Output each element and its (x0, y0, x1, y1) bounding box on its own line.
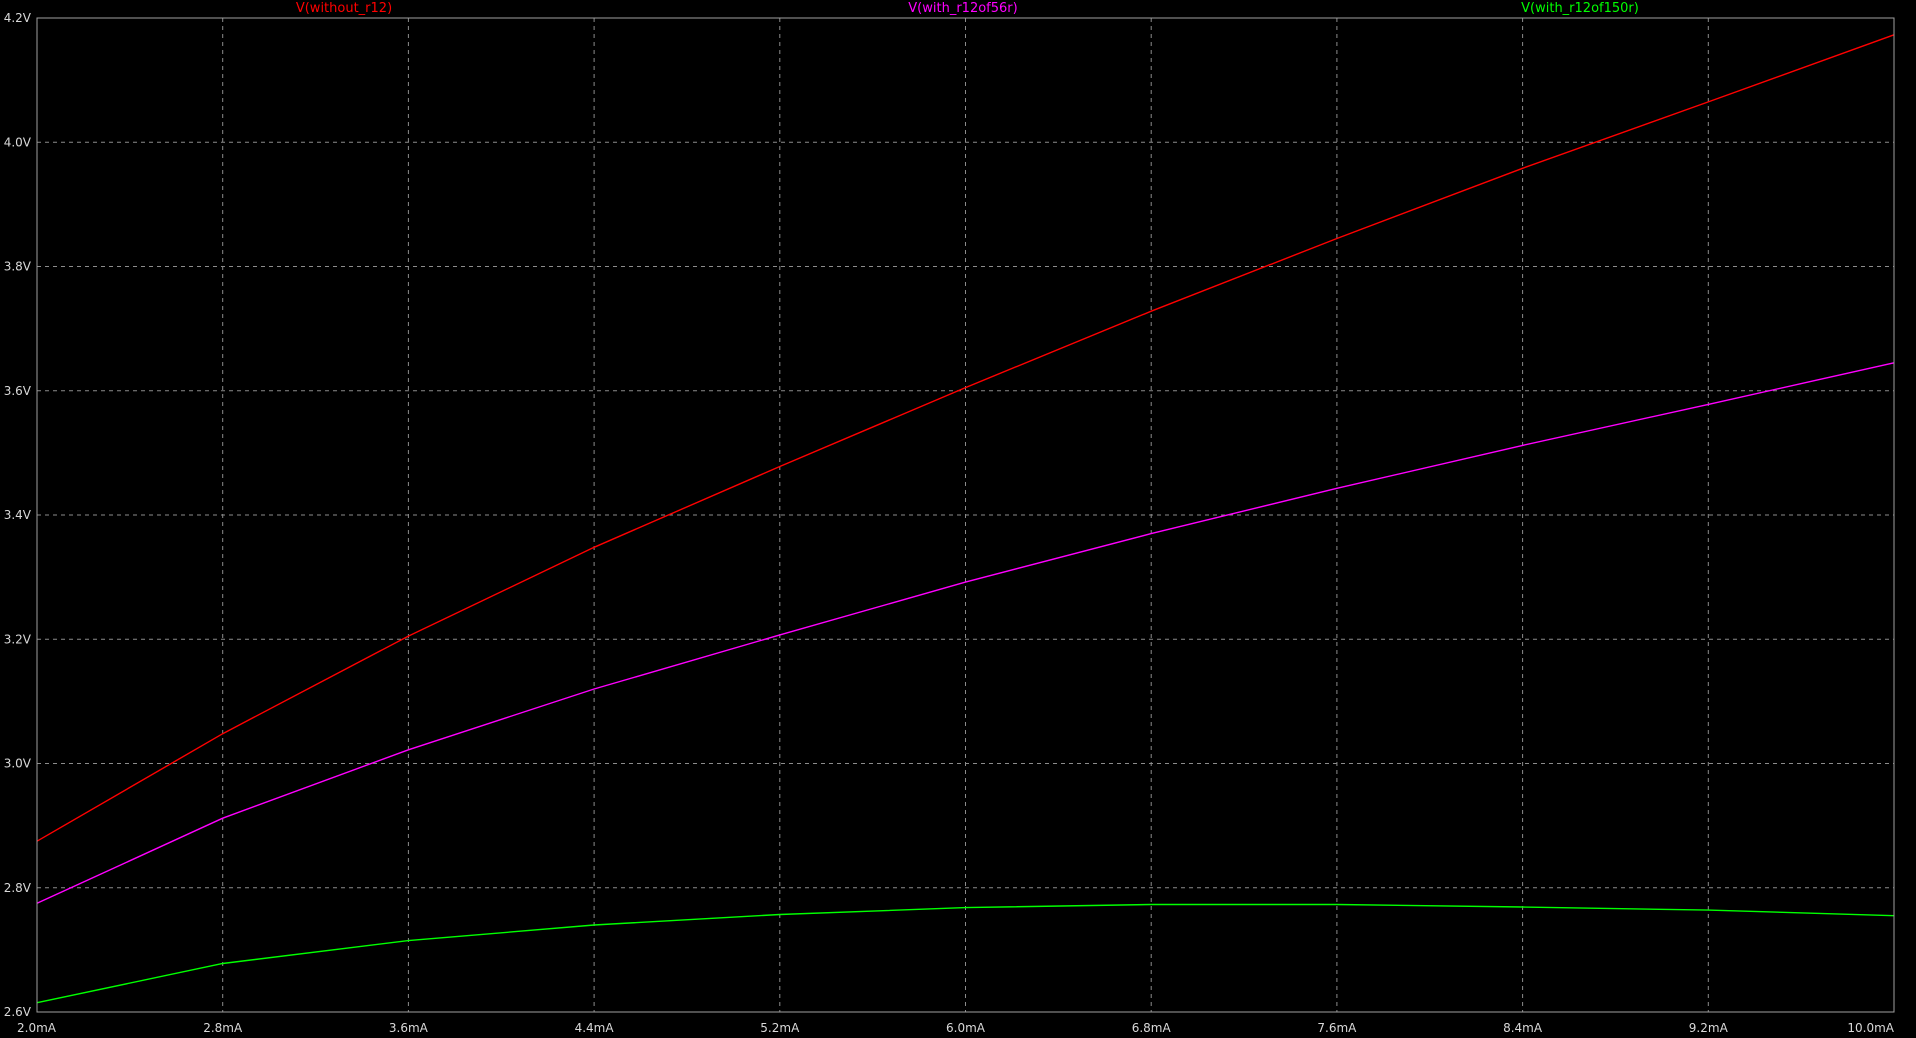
x-tick-label: 5.2mA (760, 1021, 800, 1035)
y-tick-label: 3.4V (4, 508, 32, 522)
legend-entry-without-r12[interactable]: V(without_r12) (296, 1, 392, 16)
waveform-plot[interactable]: 2.0mA 2.8mA 3.6mA 4.4mA 5.2mA 6.0mA 6.8mA 7.6mA… (0, 0, 1916, 1038)
legend-entry-with-r12of56r[interactable]: V(with_r12of56r) (908, 1, 1017, 16)
legend-entry-with-r12of150r[interactable]: V(with_r12of150r) (1521, 1, 1639, 16)
x-tick-label: 7.6mA (1317, 1021, 1357, 1035)
x-tick-label: 6.0mA (946, 1021, 986, 1035)
x-tick-label: 2.8mA (203, 1021, 243, 1035)
y-tick-label: 2.6V (4, 1005, 32, 1019)
y-tick-label: 4.0V (4, 135, 32, 149)
y-tick-label: 3.0V (4, 757, 32, 771)
y-tick-label: 3.2V (4, 632, 32, 646)
x-tick-label: 9.2mA (1689, 1021, 1729, 1035)
x-tick-label: 8.4mA (1503, 1021, 1543, 1035)
y-tick-label: 4.2V (4, 11, 32, 25)
y-tick-label: 3.6V (4, 384, 32, 398)
x-tick-label: 4.4mA (575, 1021, 615, 1035)
x-tick-label: 3.6mA (389, 1021, 429, 1035)
x-tick-label: 2.0mA (17, 1021, 57, 1035)
y-tick-label: 3.8V (4, 260, 32, 274)
y-tick-label: 2.8V (4, 881, 32, 895)
plot-background (0, 0, 1916, 1038)
x-tick-label: 10.0mA (1847, 1021, 1894, 1035)
x-tick-label: 6.8mA (1132, 1021, 1172, 1035)
